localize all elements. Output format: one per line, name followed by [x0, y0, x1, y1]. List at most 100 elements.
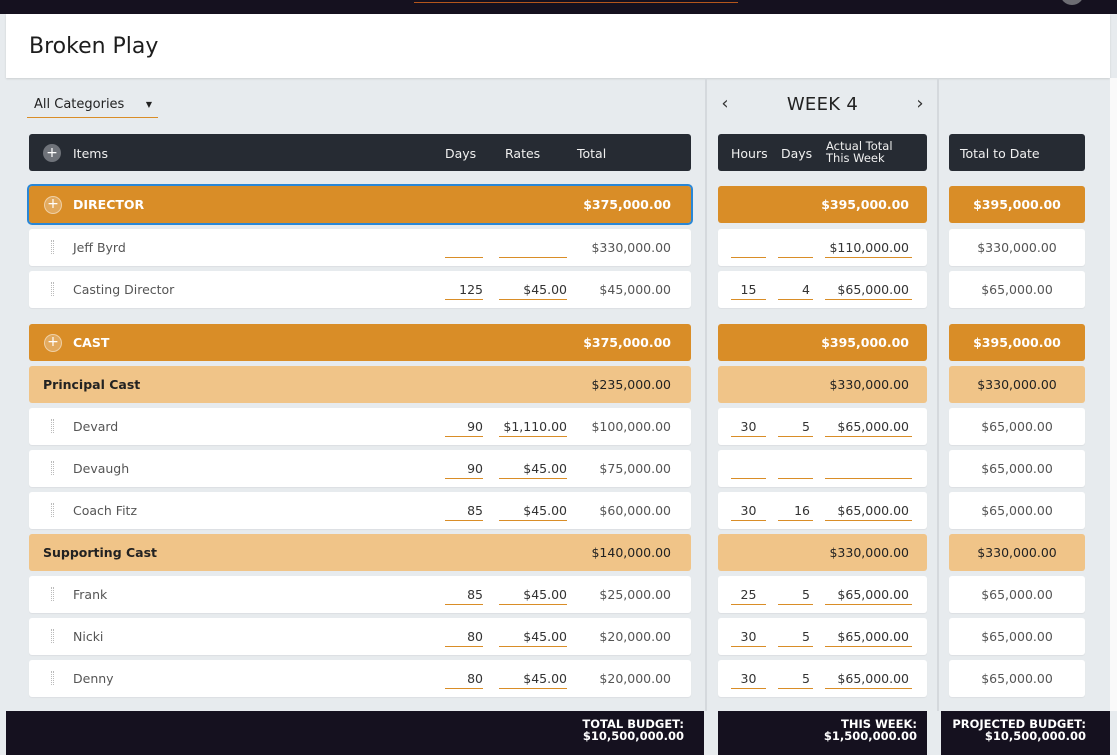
hours-input[interactable]: 30 [731, 503, 766, 521]
line-item-row[interactable]: Jeff Byrd $330,000.00 [29, 229, 691, 266]
days-input[interactable]: 80 [445, 629, 483, 647]
rate-input[interactable]: $45.00 [499, 461, 567, 479]
line-item-week-row: 30 5 $65,000.00 [718, 408, 927, 445]
week-days-input[interactable]: 5 [778, 671, 813, 689]
days-input[interactable]: 80 [445, 671, 483, 689]
week-days-input[interactable]: 5 [778, 629, 813, 647]
line-item-to-date: $65,000.00 [981, 282, 1053, 297]
subcategory-row-principal-cast[interactable]: Principal Cast $235,000.00 [29, 366, 691, 403]
week-days-input[interactable]: 5 [778, 587, 813, 605]
hours-input[interactable]: 25 [731, 587, 766, 605]
category-filter-value: All Categories [34, 97, 125, 112]
days-input[interactable]: 85 [445, 503, 483, 521]
category-row-director[interactable]: + DIRECTOR $375,000.00 [27, 184, 693, 225]
category-week-row: $395,000.00 [718, 186, 927, 223]
rate-input[interactable]: $45.00 [499, 587, 567, 605]
total-budget-value: $10,500,000.00 [582, 729, 684, 743]
week-label: WEEK 4 [786, 94, 859, 115]
line-item-row[interactable]: Devaugh 90 $45.00 $75,000.00 [29, 450, 691, 487]
drag-handle-icon[interactable] [51, 503, 54, 517]
add-subitem-button[interactable]: + [44, 196, 62, 214]
line-item-row[interactable]: Coach Fitz 85 $45.00 $60,000.00 [29, 492, 691, 529]
drag-handle-icon[interactable] [51, 587, 54, 601]
line-item-to-date: $65,000.00 [981, 461, 1053, 476]
line-item-row[interactable]: Frank 85 $45.00 $25,000.00 [29, 576, 691, 613]
subcategory-total: $140,000.00 [591, 545, 671, 560]
drag-handle-icon[interactable] [51, 419, 54, 433]
hours-input[interactable]: 30 [731, 419, 766, 437]
line-item-to-date: $65,000.00 [981, 629, 1053, 644]
hours-input[interactable]: 30 [731, 629, 766, 647]
category-week-row: $395,000.00 [718, 324, 927, 361]
actual-total-input[interactable]: $65,000.00 [825, 419, 912, 437]
line-item-label: Frank [73, 587, 108, 602]
hours-input[interactable]: 30 [731, 671, 766, 689]
line-item-row[interactable]: Denny 80 $45.00 $20,000.00 [29, 660, 691, 697]
hours-input[interactable] [731, 461, 766, 479]
category-row-cast[interactable]: + CAST $375,000.00 [29, 324, 691, 361]
line-item-row[interactable]: Casting Director 125 $45.00 $45,000.00 [29, 271, 691, 308]
actual-total-input[interactable]: $65,000.00 [825, 282, 912, 300]
days-input[interactable]: 85 [445, 587, 483, 605]
days-input[interactable]: 90 [445, 461, 483, 479]
rate-input[interactable]: $45.00 [499, 671, 567, 689]
hours-input[interactable] [731, 240, 766, 258]
actual-total-input[interactable] [825, 461, 912, 479]
week-days-input[interactable]: 4 [778, 282, 813, 300]
add-item-button[interactable]: + [43, 144, 61, 162]
tab-indicator [414, 2, 738, 3]
line-item-row[interactable]: Nicki 80 $45.00 $20,000.00 [29, 618, 691, 655]
actual-total-input[interactable]: $110,000.00 [825, 240, 912, 258]
category-week-total: $395,000.00 [821, 197, 909, 212]
category-filter-select[interactable]: All Categories ▼ [27, 92, 158, 118]
category-to-date: $395,000.00 [973, 335, 1061, 350]
add-subitem-button[interactable]: + [44, 334, 62, 352]
rate-input[interactable]: $45.00 [499, 629, 567, 647]
subcategory-row-supporting-cast[interactable]: Supporting Cast $140,000.00 [29, 534, 691, 571]
drag-handle-icon[interactable] [51, 282, 54, 296]
top-app-bar [0, 0, 1117, 14]
avatar[interactable] [1060, 0, 1084, 5]
actual-total-input[interactable]: $65,000.00 [825, 671, 912, 689]
days-input[interactable]: 125 [445, 282, 483, 300]
drag-handle-icon[interactable] [51, 240, 54, 254]
week-days-input[interactable] [778, 240, 813, 258]
days-input[interactable]: 90 [445, 419, 483, 437]
line-item-to-date: $65,000.00 [981, 671, 1053, 686]
rate-input[interactable]: $45.00 [499, 503, 567, 521]
drag-handle-icon[interactable] [51, 629, 54, 643]
drag-handle-icon[interactable] [51, 461, 54, 475]
line-item-week-row: $110,000.00 [718, 229, 927, 266]
category-to-date-row: $395,000.00 [949, 324, 1085, 361]
line-item-to-date-row: $65,000.00 [949, 408, 1085, 445]
week-days-input[interactable] [778, 461, 813, 479]
rate-input[interactable]: $1,110.00 [499, 419, 567, 437]
category-to-date: $395,000.00 [973, 197, 1061, 212]
total-budget-footer: TOTAL BUDGET: $10,500,000.00 [6, 711, 704, 755]
page-title: Broken Play [29, 34, 159, 59]
to-date-table-header: Total to Date [949, 134, 1085, 171]
line-item-total: $75,000.00 [599, 461, 671, 476]
week-days-input[interactable]: 5 [778, 419, 813, 437]
drag-handle-icon[interactable] [51, 671, 54, 685]
days-input[interactable] [445, 240, 483, 258]
line-item-label: Casting Director [73, 282, 175, 297]
week-days-input[interactable]: 16 [778, 503, 813, 521]
hours-input[interactable]: 15 [731, 282, 766, 300]
week-table-header: Hours Days Actual Total This Week [718, 134, 927, 171]
actual-total-input[interactable]: $65,000.00 [825, 503, 912, 521]
line-item-week-row: 15 4 $65,000.00 [718, 271, 927, 308]
chevron-right-icon[interactable]: › [910, 93, 930, 114]
subcategory-total: $235,000.00 [591, 377, 671, 392]
category-week-total: $395,000.00 [821, 335, 909, 350]
subcategory-to-date: $330,000.00 [977, 377, 1057, 392]
rate-input[interactable]: $45.00 [499, 282, 567, 300]
actual-total-input[interactable]: $65,000.00 [825, 587, 912, 605]
line-item-to-date-row: $65,000.00 [949, 450, 1085, 487]
this-week-footer: THIS WEEK: $1,500,000.00 [718, 711, 927, 755]
actual-total-input[interactable]: $65,000.00 [825, 629, 912, 647]
rate-input[interactable] [499, 240, 567, 258]
items-table-header: + Items Days Rates Total [29, 134, 691, 171]
line-item-row[interactable]: Devard 90 $1,110.00 $100,000.00 [29, 408, 691, 445]
line-item-to-date: $65,000.00 [981, 503, 1053, 518]
